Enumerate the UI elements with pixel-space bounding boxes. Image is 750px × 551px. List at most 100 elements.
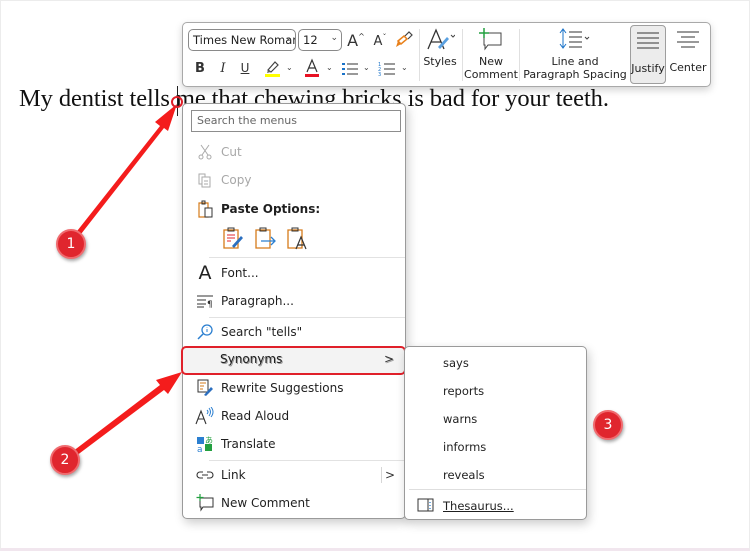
line-spacing-icon bbox=[559, 28, 590, 49]
translate-icon: aあ bbox=[195, 434, 215, 454]
grow-font-button[interactable]: A ^ bbox=[346, 30, 366, 50]
link-icon bbox=[195, 465, 215, 485]
menu-item-search[interactable]: Search "tells" bbox=[183, 319, 405, 345]
chevron-down-icon[interactable]: ⌄ bbox=[401, 63, 408, 72]
synonym-item[interactable]: informs bbox=[405, 434, 586, 460]
toolbar-separator bbox=[519, 29, 520, 81]
paste-options-label: Paste Options: bbox=[221, 202, 321, 216]
menu-search-input[interactable]: Search the menus bbox=[191, 110, 401, 132]
numbering-button[interactable]: 123 bbox=[378, 60, 396, 78]
styles-button[interactable]: Styles bbox=[422, 25, 458, 84]
chevron-right-icon: > bbox=[383, 352, 394, 366]
highlight-button[interactable] bbox=[262, 58, 284, 78]
menu-separator bbox=[209, 257, 405, 258]
chevron-right-icon[interactable]: > bbox=[385, 468, 395, 482]
paragraph-icon: ¶ bbox=[195, 291, 215, 311]
line-spacing-label-1: Line and bbox=[551, 55, 599, 68]
font-name-value: Times New Roman bbox=[193, 33, 296, 47]
font-color-button[interactable] bbox=[302, 58, 322, 78]
menu-item-copy[interactable]: Copy bbox=[183, 167, 405, 193]
text-cursor bbox=[177, 86, 178, 116]
menu-item-label: Cut bbox=[221, 145, 242, 159]
chevron-down-icon[interactable]: ⌄ bbox=[363, 63, 370, 72]
chevron-down-icon: ⌄ bbox=[284, 33, 292, 43]
menu-item-cut[interactable]: Cut bbox=[183, 139, 405, 165]
format-painter-icon bbox=[396, 31, 413, 47]
menu-item-label: Search "tells" bbox=[221, 325, 303, 339]
font-color-icon bbox=[305, 58, 319, 77]
styles-icon bbox=[427, 28, 455, 50]
paste-merge-formatting-icon[interactable] bbox=[253, 226, 277, 253]
center-label: Center bbox=[669, 61, 707, 74]
synonym-item[interactable]: says bbox=[405, 350, 586, 376]
context-menu: Search the menus Cut Copy Paste Options:… bbox=[182, 103, 406, 519]
menu-item-paragraph[interactable]: ¶ Paragraph... bbox=[183, 288, 405, 314]
paste-options-row bbox=[221, 226, 309, 253]
bullet-list-icon bbox=[342, 63, 358, 75]
menu-separator bbox=[209, 317, 405, 318]
bold-button[interactable]: B bbox=[192, 59, 208, 77]
menu-item-synonyms-highlighted[interactable]: Synonyms > bbox=[182, 346, 404, 372]
font-icon: A bbox=[198, 262, 212, 284]
thesaurus-item[interactable]: Thesaurus... bbox=[405, 493, 586, 519]
grow-font-icon: A bbox=[347, 30, 359, 50]
toolbar-separator bbox=[462, 29, 463, 81]
thesaurus-icon bbox=[417, 497, 435, 515]
line-spacing-label-2: Paragraph Spacing bbox=[523, 68, 627, 81]
synonym-label: warns bbox=[443, 412, 478, 426]
annotation-badge-3: 3 bbox=[593, 410, 623, 440]
justify-button[interactable]: Justify bbox=[630, 25, 666, 84]
menu-item-label: Copy bbox=[221, 173, 252, 187]
menu-separator bbox=[209, 460, 405, 461]
line-paragraph-spacing-button[interactable]: Line and Paragraph Spacing bbox=[522, 25, 628, 84]
font-size-select[interactable]: 12 ⌄ bbox=[298, 29, 342, 51]
toolbar-separator bbox=[419, 29, 420, 81]
synonym-item[interactable]: warns bbox=[405, 406, 586, 432]
rewrite-icon bbox=[195, 378, 215, 398]
italic-button[interactable]: I bbox=[215, 59, 231, 77]
font-size-value: 12 bbox=[303, 33, 318, 47]
menu-item-translate[interactable]: aあ Translate bbox=[183, 431, 405, 457]
synonym-item[interactable]: reports bbox=[405, 378, 586, 404]
svg-text:3: 3 bbox=[378, 72, 381, 77]
format-painter-button[interactable] bbox=[394, 30, 414, 50]
font-name-select[interactable]: Times New Roman ⌄ bbox=[188, 29, 296, 51]
new-comment-button[interactable]: New Comment bbox=[464, 25, 518, 84]
menu-item-rewrite-suggestions[interactable]: Rewrite Suggestions bbox=[183, 375, 405, 401]
menu-item-label: Rewrite Suggestions bbox=[221, 381, 344, 395]
svg-text:¶: ¶ bbox=[207, 300, 213, 308]
menu-item-read-aloud[interactable]: Read Aloud bbox=[183, 403, 405, 429]
smart-lookup-icon bbox=[195, 322, 215, 342]
center-align-icon bbox=[677, 31, 699, 48]
justify-label: Justify bbox=[631, 62, 665, 75]
new-comment-icon bbox=[479, 28, 502, 51]
chevron-down-icon[interactable]: ⌄ bbox=[326, 63, 333, 72]
menu-item-link[interactable]: Link > bbox=[183, 462, 405, 488]
center-button[interactable]: Center bbox=[669, 25, 707, 84]
menu-item-label: Translate bbox=[221, 437, 276, 451]
annotation-badge-2: 2 bbox=[50, 445, 80, 475]
new-comment-icon bbox=[195, 493, 215, 513]
bullets-button[interactable] bbox=[341, 60, 359, 78]
underline-button[interactable]: U bbox=[237, 59, 253, 77]
paste-text-only-icon[interactable] bbox=[285, 226, 309, 253]
read-aloud-icon bbox=[195, 406, 215, 426]
chevron-down-icon[interactable]: ⌄ bbox=[286, 63, 293, 72]
synonym-item[interactable]: reveals bbox=[405, 462, 586, 488]
menu-item-new-comment[interactable]: New Comment bbox=[183, 490, 405, 516]
styles-label: Styles bbox=[423, 55, 457, 68]
paste-keep-source-formatting-icon[interactable] bbox=[221, 226, 245, 253]
link-split-separator bbox=[381, 467, 382, 483]
menu-item-label: Font... bbox=[221, 266, 259, 280]
menu-item-font[interactable]: A Font... bbox=[183, 260, 405, 286]
shrink-font-button[interactable]: Aˇ bbox=[371, 32, 389, 50]
synonym-label: informs bbox=[443, 440, 487, 454]
clipboard-icon bbox=[195, 199, 215, 219]
synonym-label: reveals bbox=[443, 468, 485, 482]
chevron-down-icon: ⌄ bbox=[330, 33, 338, 43]
thesaurus-label: Thesaurus... bbox=[443, 499, 514, 513]
synonyms-submenu: says reports warns informs reveals Thesa… bbox=[404, 346, 587, 520]
new-comment-label-2: Comment bbox=[464, 68, 518, 81]
svg-text:a: a bbox=[197, 445, 203, 453]
copy-icon bbox=[195, 170, 215, 190]
